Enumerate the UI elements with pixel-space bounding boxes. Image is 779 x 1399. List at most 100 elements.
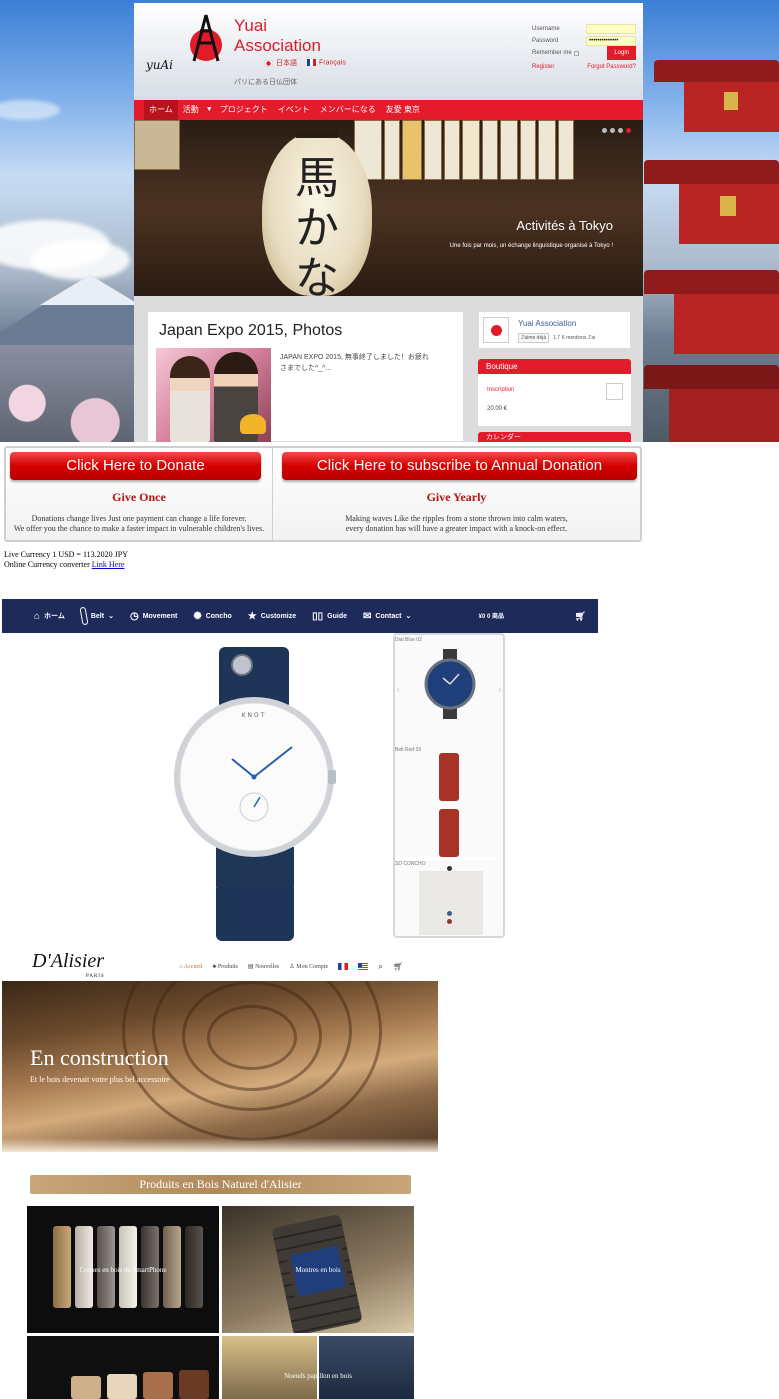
site-header: yuAi Yuai Association 日本語 Français パリにある…	[134, 3, 643, 100]
donation-box: Click Here to Donate Give Once Donations…	[4, 446, 642, 542]
france-flag-icon[interactable]	[338, 963, 349, 970]
hero-slider[interactable]: 馬かない! Activités à Tokyo Une fois par moi…	[134, 120, 643, 296]
cart-icon[interactable]: 🛒︎	[575, 611, 586, 622]
nav-events[interactable]: イベント	[273, 100, 315, 120]
blog-post: Japan Expo 2015, Photos JAPAN EXPO 2015,…	[147, 311, 464, 442]
watch-nav-guide-label: Guide	[327, 612, 347, 620]
watch-nav-home[interactable]: ⌂ ホーム	[34, 611, 65, 622]
mail-icon: ✉	[363, 610, 372, 622]
cart-icon[interactable]: 🛒︎	[393, 962, 403, 971]
nav-activities[interactable]: 活動	[178, 100, 204, 120]
nav-home[interactable]: ホーム	[144, 100, 178, 120]
boutique-heading: Boutique	[478, 359, 631, 374]
boutique-widget: Inscription 20.00 €	[478, 374, 631, 426]
home-icon: ⌂	[179, 963, 183, 970]
lang-french[interactable]: Français	[307, 59, 346, 67]
username-input[interactable]	[586, 24, 636, 34]
nav-projects[interactable]: プロジェクト	[215, 100, 273, 120]
give-yearly-text-line2: every donation has will have a greater i…	[345, 524, 568, 533]
cart-summary[interactable]: ¥0 0 商品	[479, 611, 504, 620]
concho-option-area[interactable]	[419, 866, 483, 935]
watch-nav-concho[interactable]: ✺ Concho	[193, 611, 231, 622]
facebook-page-name[interactable]: Yuai Association	[518, 319, 576, 328]
chevron-left-icon[interactable]: ‹	[397, 685, 400, 694]
slider-dots[interactable]	[602, 128, 631, 133]
alisier-logo[interactable]: D'Alisier PARIS	[32, 950, 105, 979]
brand-name: Yuai Association	[234, 16, 321, 56]
facebook-avatar[interactable]	[483, 317, 509, 343]
remember-me-checkbox[interactable]	[573, 50, 579, 56]
boutique-item[interactable]: Inscription	[487, 387, 514, 393]
tile-wood-watches-caption: Montres en bois	[295, 1266, 341, 1274]
paper-lantern: 馬かない!	[262, 130, 372, 297]
post-excerpt: JAPAN EXPO 2015, 無事終了しました！お疲れさまでした^_^...	[280, 354, 429, 372]
panel-label-belt: Belt Red 03	[395, 747, 422, 753]
facebook-like-button[interactable]: J'aime déjà	[518, 333, 550, 343]
chevron-down-icon: ⌄	[405, 613, 412, 620]
tile-wood-cases-2[interactable]	[27, 1336, 219, 1399]
boutique-price: 20.00 €	[487, 406, 508, 412]
concho-icon: ✺	[193, 610, 202, 622]
panel-label-concho: SD CONCHO	[395, 861, 426, 867]
nav-dropdown-icon[interactable]: ▼	[204, 100, 215, 120]
cloud	[0, 100, 60, 120]
converter-link[interactable]: Link Here	[92, 560, 125, 569]
japan-flag-icon	[264, 59, 273, 67]
alisier-website: D'Alisier PARIS ⌂ Accueil ♣ Produits ▤ N…	[0, 942, 779, 1399]
nav-mon-compte[interactable]: ♙ Mon Compte	[289, 963, 328, 970]
tile-phone-cases[interactable]: Coques en bois de SmartPhone	[27, 1206, 219, 1333]
lantern-text: 馬かない!	[295, 153, 339, 297]
tile-bow-ties-right[interactable]	[319, 1336, 414, 1399]
donation-widget: Click Here to Donate Give Once Donations…	[0, 442, 779, 582]
yuai-logo[interactable]: yuAi	[144, 11, 232, 73]
nav-nouvelles[interactable]: ▤ Nouvelles	[248, 963, 280, 970]
lang-japanese[interactable]: 日本語	[264, 58, 297, 68]
give-once-text-line1: Donations change lives Just one payment …	[31, 514, 247, 523]
donate-once-button[interactable]: Click Here to Donate	[10, 452, 261, 480]
products-icon: ♣	[212, 963, 217, 970]
brand-line-2: Association	[234, 36, 321, 55]
brand-line-1: Yuai	[234, 16, 268, 35]
belt-icon	[79, 606, 89, 626]
give-once-text-line2: We offer you the chance to make a faster…	[13, 524, 265, 533]
alisier-logo-text: D'Alisier	[32, 950, 105, 972]
belt-red-option[interactable]	[435, 753, 463, 859]
chevron-right-icon[interactable]: ›	[498, 685, 501, 694]
watch-preview[interactable]: KNOT	[174, 647, 339, 942]
search-icon[interactable]: ⌕	[378, 961, 383, 972]
tile-wood-watches[interactable]: Montres en bois	[222, 1206, 414, 1333]
home-icon: ⌂	[34, 610, 41, 622]
register-link[interactable]: Register	[532, 64, 554, 70]
language-switch: 日本語 Français	[264, 58, 346, 68]
login-button[interactable]: Login	[607, 46, 636, 60]
dial-blue-option[interactable]	[419, 649, 481, 719]
main-nav: ホーム 活動 ▼ プロジェクト イベント メンバーになる 友愛 東京	[134, 100, 643, 120]
chevron-down-icon: ⌄	[108, 613, 114, 620]
nav-membership[interactable]: メンバーになる	[315, 100, 381, 120]
dial-brand-text: KNOT	[242, 712, 267, 719]
donate-yearly-button[interactable]: Click Here to subscribe to Annual Donati…	[282, 452, 637, 480]
boutique-thumbnail[interactable]	[606, 383, 623, 400]
watch-nav-movement[interactable]: ◷ Movement	[130, 611, 177, 622]
watch-nav-customize[interactable]: ★ Customize	[248, 611, 296, 622]
nav-accueil[interactable]: ⌂ Accueil	[179, 964, 202, 970]
yuai-website: yuAi Yuai Association 日本語 Français パリにある…	[0, 0, 779, 442]
cart-item-count: 0 商品	[486, 614, 504, 620]
hero-text: Une fois par mois, un échange linguistiq…	[449, 243, 613, 249]
usa-flag-icon[interactable]	[358, 963, 369, 970]
nav-accueil-label: Accueil	[183, 963, 203, 970]
nav-yuai-tokyo[interactable]: 友愛 東京	[381, 100, 425, 120]
hero-subtitle: Et le bois devenait votre plus bel acces…	[30, 1075, 170, 1084]
watch-nav-contact[interactable]: ✉ Contact ⌄	[363, 611, 411, 622]
post-photo[interactable]	[156, 348, 271, 442]
give-once-title: Give Once	[112, 490, 166, 504]
forgot-password-link[interactable]: Forgot Password?	[587, 64, 636, 70]
username-label: Username	[532, 26, 560, 32]
post-title[interactable]: Japan Expo 2015, Photos	[159, 322, 342, 340]
watch-nav-guide[interactable]: ▯▯ Guide	[312, 611, 347, 622]
watch-nav-belt[interactable]: Belt ⌄	[79, 606, 114, 626]
password-input[interactable]: ••••••••••••••	[586, 36, 636, 46]
tile-bow-ties-left[interactable]	[222, 1336, 317, 1399]
calendar-heading: カレンダー	[478, 432, 631, 442]
nav-produits[interactable]: ♣ Produits	[212, 964, 237, 970]
